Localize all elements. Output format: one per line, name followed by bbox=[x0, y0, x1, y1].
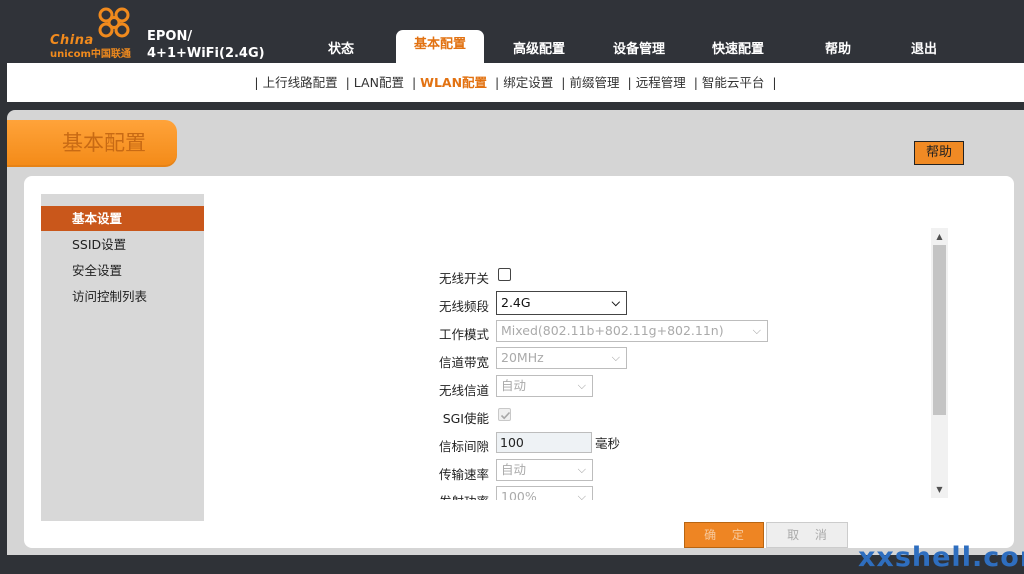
nav-quick-config[interactable]: 快速配置 bbox=[703, 38, 773, 57]
band-select[interactable]: 2.4G ⌵ bbox=[496, 291, 627, 315]
rate-label: 传输速率 bbox=[438, 467, 489, 482]
scroll-down-arrow-icon[interactable]: ▼ bbox=[931, 482, 948, 497]
rate-select-value: 自动 bbox=[501, 462, 527, 477]
cancel-button[interactable]: 取 消 bbox=[766, 522, 848, 548]
page-title: 基本配置 bbox=[7, 120, 177, 167]
top-bar: China unicom中国联通 EPON/ 4+1+WiFi(2.4G) 状态… bbox=[0, 0, 1024, 63]
settings-form: 无线开关 无线频段 2.4G ⌵ 工作模式 Mixed(802.11b+802.… bbox=[204, 265, 929, 500]
subnav-uplink-config[interactable]: 上行线路配置 bbox=[263, 75, 338, 90]
mode-select[interactable]: Mixed(802.11b+802.11g+802.11n) ⌵ bbox=[496, 320, 768, 342]
help-button[interactable]: 帮助 bbox=[914, 141, 964, 165]
scroll-up-arrow-icon[interactable]: ▲ bbox=[931, 229, 948, 244]
bandwidth-select[interactable]: 20MHz ⌵ bbox=[496, 347, 627, 369]
beacon-input[interactable]: 100 bbox=[496, 432, 592, 453]
power-select[interactable]: 100% ⌵ bbox=[496, 486, 593, 500]
subnav-smart-cloud[interactable]: 智能云平台 bbox=[702, 75, 765, 90]
bandwidth-label: 信道带宽 bbox=[438, 355, 489, 370]
form-scrollbar[interactable]: ▲ ▼ bbox=[931, 228, 948, 498]
channel-label: 无线信道 bbox=[438, 383, 489, 398]
bandwidth-select-value: 20MHz bbox=[501, 350, 544, 365]
confirm-button[interactable]: 确 定 bbox=[684, 522, 764, 548]
sidebar-item-access-control-list[interactable]: 访问控制列表 bbox=[41, 284, 204, 309]
sidebar: 基本设置 SSID设置 安全设置 访问控制列表 bbox=[41, 194, 204, 521]
nav-status[interactable]: 状态 bbox=[306, 38, 376, 57]
wireless-switch-checkbox[interactable] bbox=[498, 268, 511, 281]
nav-device-management[interactable]: 设备管理 bbox=[604, 38, 674, 57]
chevron-down-icon: ⌵ bbox=[577, 463, 586, 476]
model-line-1: EPON/ bbox=[147, 29, 193, 44]
mode-select-value: Mixed(802.11b+802.11g+802.11n) bbox=[501, 323, 724, 338]
beacon-label: 信标间隙 bbox=[438, 439, 489, 454]
chevron-down-icon: ⌵ bbox=[752, 324, 761, 337]
mode-label: 工作模式 bbox=[438, 327, 489, 342]
chevron-down-icon: ⌵ bbox=[611, 351, 620, 364]
model-line-2: 4+1+WiFi(2.4G) bbox=[147, 46, 265, 61]
nav-advanced-config[interactable]: 高级配置 bbox=[504, 38, 574, 57]
subnav-lan-config[interactable]: LAN配置 bbox=[354, 75, 404, 90]
rate-select[interactable]: 自动 ⌵ bbox=[496, 459, 593, 481]
chevron-down-icon: ⌵ bbox=[611, 296, 620, 309]
sidebar-item-security-settings[interactable]: 安全设置 bbox=[41, 258, 204, 283]
device-model: EPON/ 4+1+WiFi(2.4G) bbox=[147, 28, 265, 62]
watermark: xxshell.com bbox=[858, 542, 1024, 573]
beacon-unit: 毫秒 bbox=[595, 436, 621, 451]
power-label: 发射功率 bbox=[399, 491, 489, 500]
sub-navigation: | 上行线路配置 | LAN配置 | WLAN配置 | 绑定设置 | 前缀管理 | 远程管理… bbox=[7, 63, 1024, 102]
china-unicom-logo: China unicom中国联通 bbox=[50, 6, 142, 60]
subnav-prefix-management[interactable]: 前缀管理 bbox=[569, 75, 619, 90]
band-select-value: 2.4G bbox=[501, 295, 531, 310]
nav-basic-config[interactable]: 基本配置 bbox=[396, 30, 484, 63]
scroll-thumb[interactable] bbox=[933, 245, 946, 415]
nav-logout[interactable]: 退出 bbox=[889, 38, 959, 57]
band-label: 无线频段 bbox=[438, 299, 489, 314]
chevron-down-icon: ⌵ bbox=[577, 379, 586, 392]
sidebar-item-ssid-settings[interactable]: SSID设置 bbox=[41, 232, 204, 257]
subnav-remote-management[interactable]: 远程管理 bbox=[636, 75, 686, 90]
power-select-value: 100% bbox=[501, 489, 537, 500]
channel-select-value: 自动 bbox=[501, 378, 527, 393]
wireless-switch-label: 无线开关 bbox=[438, 271, 489, 286]
subnav-wlan-config[interactable]: WLAN配置 bbox=[420, 75, 487, 90]
logo-text-unicom: unicom中国联通 bbox=[50, 49, 131, 60]
sgi-checkbox[interactable] bbox=[498, 408, 511, 421]
nav-help[interactable]: 帮助 bbox=[803, 38, 873, 57]
sidebar-item-basic-settings[interactable]: 基本设置 bbox=[41, 206, 204, 231]
sgi-label: SGI使能 bbox=[442, 411, 489, 426]
subnav-binding-settings[interactable]: 绑定设置 bbox=[503, 75, 553, 90]
unicom-knot-icon bbox=[98, 7, 130, 38]
channel-select[interactable]: 自动 ⌵ bbox=[496, 375, 593, 397]
check-icon bbox=[500, 411, 511, 420]
chevron-down-icon: ⌵ bbox=[577, 490, 586, 500]
